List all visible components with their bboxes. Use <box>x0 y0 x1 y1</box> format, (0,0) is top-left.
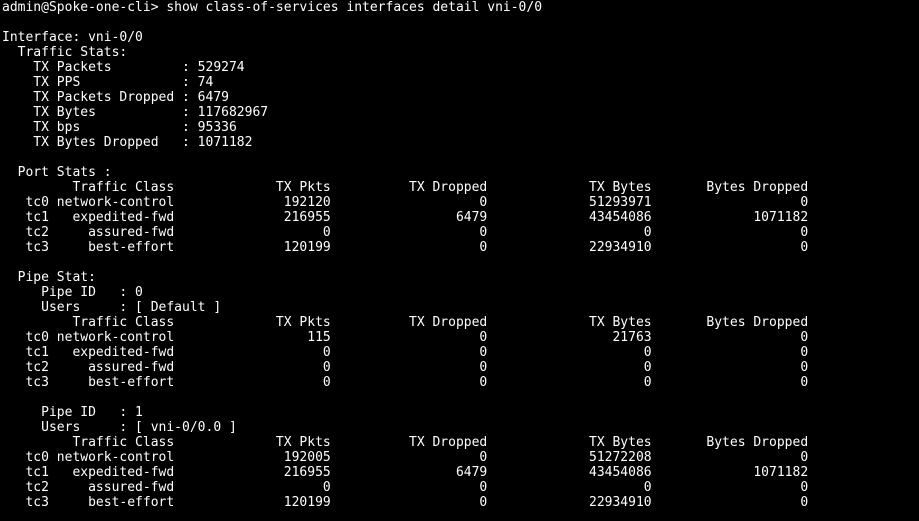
pipe-column-headers: Traffic Class TX Pkts TX Dropped TX Byte… <box>2 435 809 450</box>
traffic-stat-line: TX Packets : 529274 <box>2 60 245 75</box>
pipe-stats-row: tc1 expedited-fwd 0 0 0 0 <box>2 345 809 360</box>
pipe-stats-row: tc2 assured-fwd 0 0 0 0 <box>2 360 809 375</box>
traffic-stat-line: TX PPS : 74 <box>2 75 214 90</box>
pipe-stats-row: tc3 best-effort 0 0 0 0 <box>2 375 809 390</box>
port-stats-row: tc0 network-control 192120 0 51293971 0 <box>2 195 809 210</box>
port-stats-row: tc1 expedited-fwd 216955 6479 43454086 1… <box>2 210 809 225</box>
traffic-stat-line: TX Bytes Dropped : 1071182 <box>2 135 253 150</box>
interface-line: Interface: vni-0/0 <box>2 30 143 45</box>
pipe-stats-row: tc3 best-effort 120199 0 22934910 0 <box>2 495 809 510</box>
pipe-users-line: Users : [ vni-0/0.0 ] <box>2 420 237 435</box>
traffic-stat-line: TX Bytes : 117682967 <box>2 105 269 120</box>
port-stats-row: tc3 best-effort 120199 0 22934910 0 <box>2 240 809 255</box>
traffic-stats-header: Traffic Stats: <box>2 45 128 60</box>
traffic-stat-line: TX bps : 95336 <box>2 120 237 135</box>
pipe-users-line: Users : [ Default ] <box>2 300 222 315</box>
pipe-stats-row: tc0 network-control 115 0 21763 0 <box>2 330 809 345</box>
pipe-stats-row: tc1 expedited-fwd 216955 6479 43454086 1… <box>2 465 809 480</box>
port-stats-header: Port Stats : <box>2 165 112 180</box>
pipe-id-line: Pipe ID : 0 <box>2 285 143 300</box>
pipe-stat-header: Pipe Stat: <box>2 270 96 285</box>
port-stats-row: tc2 assured-fwd 0 0 0 0 <box>2 225 809 240</box>
traffic-stat-line: TX Packets Dropped : 6479 <box>2 90 229 105</box>
terminal-window[interactable]: admin@Spoke-one-cli> show class-of-servi… <box>0 0 919 521</box>
pipe-stats-row: tc2 assured-fwd 0 0 0 0 <box>2 480 809 495</box>
command-prompt-line: admin@Spoke-one-cli> show class-of-servi… <box>2 0 543 15</box>
pipe-stats-row: tc0 network-control 192005 0 51272208 0 <box>2 450 809 465</box>
pipe-id-line: Pipe ID : 1 <box>2 405 143 420</box>
pipe-column-headers: Traffic Class TX Pkts TX Dropped TX Byte… <box>2 315 809 330</box>
port-stats-column-headers: Traffic Class TX Pkts TX Dropped TX Byte… <box>2 180 809 195</box>
